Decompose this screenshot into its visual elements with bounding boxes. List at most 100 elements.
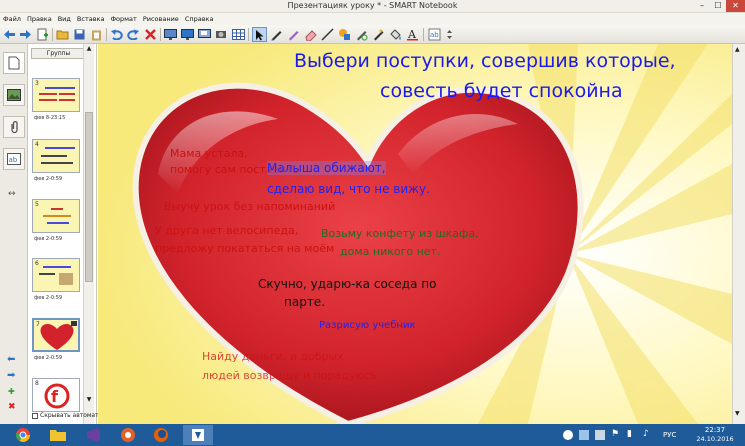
magic-pen-icon[interactable]: [371, 27, 386, 42]
language-indicator[interactable]: РУС: [663, 431, 676, 439]
volume-icon[interactable]: ♪: [643, 429, 649, 439]
table-icon[interactable]: [231, 27, 246, 42]
page-thumbnail-selected[interactable]: 7: [32, 318, 80, 352]
smart-notebook-taskbar-icon[interactable]: [183, 425, 213, 445]
open-folder-icon[interactable]: [55, 27, 70, 42]
page-thumbnail-caption: фев 2-0:59: [34, 236, 63, 242]
statement-mom-tired-line-1[interactable]: Мама устала,: [170, 147, 248, 160]
properties-tab[interactable]: ab: [3, 148, 25, 170]
statement-bottom-line-1[interactable]: Найду деньги, и добрых: [202, 350, 344, 363]
delete-page-icon[interactable]: ✖: [8, 402, 16, 412]
toolbar-arrows-icon[interactable]: [442, 27, 457, 42]
statement-bike-line-1[interactable]: У друга нет велосипеда,: [155, 224, 298, 237]
forward-icon[interactable]: [18, 27, 33, 42]
gallery-tab[interactable]: [3, 84, 25, 106]
statement-homework[interactable]: Выучу урок без напоминаний: [164, 200, 335, 213]
undo-icon[interactable]: [109, 27, 124, 42]
shape-recognition-pen-icon[interactable]: [354, 27, 369, 42]
file-explorer-icon[interactable]: [45, 425, 71, 445]
statement-kid-offended-line-2[interactable]: сделаю вид, что не вижу.: [267, 182, 430, 196]
clock-date[interactable]: 24.10.2016: [695, 435, 735, 443]
creative-pen-icon[interactable]: [286, 27, 301, 42]
resize-arrows-icon[interactable]: ↔: [8, 189, 16, 199]
attachments-tab[interactable]: [3, 116, 25, 138]
move-down-icon[interactable]: ➡: [7, 370, 15, 381]
page-sorter: Группы 3 фев 8-23:15 4 фев 2-0:59 5 фев …: [28, 44, 97, 424]
select-tool-icon[interactable]: [252, 27, 267, 42]
tray-icon[interactable]: [579, 430, 589, 440]
screen-capture-icon[interactable]: [197, 27, 212, 42]
taskbar: ⚑ ▮ ♪ РУС 22:37 24.10.2016: [0, 424, 745, 446]
clock-time[interactable]: 22:37: [695, 426, 735, 434]
text-tool-icon[interactable]: A: [405, 27, 420, 42]
window-title-bar: Презентацияк уроку * - SMART Notebook – …: [0, 0, 745, 13]
close-button[interactable]: ✕: [726, 0, 745, 12]
menu-insert[interactable]: Вставка: [74, 13, 108, 25]
page-thumbnail[interactable]: 4: [32, 139, 80, 173]
screen-shade-icon[interactable]: [163, 27, 178, 42]
pen-tool-icon[interactable]: [269, 27, 284, 42]
fill-tool-icon[interactable]: [388, 27, 403, 42]
statement-candy-line-2[interactable]: дома никого нет.: [340, 245, 440, 258]
page-thumbnail[interactable]: 5: [32, 199, 80, 233]
scroll-down-icon[interactable]: ▼: [85, 396, 93, 404]
minimize-button[interactable]: –: [694, 0, 710, 12]
statement-bored-line-2[interactable]: парте.: [284, 295, 325, 309]
line-tool-icon[interactable]: [320, 27, 335, 42]
sorter-scrollbar[interactable]: ▲ ▼: [83, 44, 94, 424]
back-icon[interactable]: [2, 27, 17, 42]
menu-edit[interactable]: Правка: [24, 13, 55, 25]
insert-page-icon[interactable]: ✚: [8, 387, 15, 396]
canvas-scroll-up-icon[interactable]: ▲: [735, 46, 740, 53]
menu-view[interactable]: Вид: [55, 13, 74, 25]
statement-bottom-line-2[interactable]: людей возвращу и порадуюсь: [202, 369, 377, 382]
visual-studio-icon[interactable]: [80, 425, 106, 445]
scroll-up-icon[interactable]: ▲: [85, 45, 93, 53]
slide-canvas[interactable]: Выбери поступки, совершив которые, совес…: [98, 44, 732, 424]
menu-help[interactable]: Справка: [182, 13, 217, 25]
add-page-icon[interactable]: [35, 27, 50, 42]
app-gear-icon[interactable]: [115, 425, 141, 445]
move-up-icon[interactable]: ⬅: [7, 354, 15, 365]
canvas-scrollbar[interactable]: ▲ ▼: [732, 44, 745, 424]
firefox-icon[interactable]: [148, 425, 174, 445]
statement-candy-line-1[interactable]: Возьму конфету из шкафа,: [321, 227, 479, 240]
tray-icon[interactable]: [595, 430, 605, 440]
page-thumbnail[interactable]: 3: [32, 78, 80, 112]
chrome-icon[interactable]: [10, 425, 36, 445]
svg-text:ab: ab: [9, 156, 18, 164]
page-thumbnail[interactable]: 8 f: [32, 378, 80, 412]
groups-button[interactable]: Группы: [31, 48, 86, 59]
slide-title-line-1[interactable]: Выбери поступки, совершив которые,: [294, 50, 676, 72]
flag-icon[interactable]: ⚑: [611, 429, 619, 439]
full-screen-icon[interactable]: [180, 27, 195, 42]
eraser-icon[interactable]: [303, 27, 318, 42]
statement-kid-offended-line-1[interactable]: Малыша обижают,: [267, 161, 386, 175]
statement-bike-line-2[interactable]: предложу покататься на моём: [155, 242, 334, 255]
menu-format[interactable]: Формат: [107, 13, 139, 25]
tray-icon[interactable]: [563, 430, 573, 440]
window-title: Презентацияк уроку * - SMART Notebook: [287, 1, 458, 10]
thumbnail-menu-icon[interactable]: [71, 321, 77, 326]
shapes-tool-icon[interactable]: [337, 27, 352, 42]
menu-draw[interactable]: Рисование: [140, 13, 182, 25]
slide-title-line-2[interactable]: совесть будет спокойна: [380, 80, 623, 102]
hide-automatically-checkbox[interactable]: Скрывать автомат: [32, 412, 99, 419]
document-camera-icon[interactable]: [214, 27, 229, 42]
page-thumbnail-caption: фев 2-0:59: [34, 176, 63, 182]
paste-icon[interactable]: [89, 27, 104, 42]
menu-bar: Файл Правка Вид Вставка Формат Рисование Справ…: [0, 13, 745, 25]
svg-text:f: f: [51, 387, 59, 406]
maximize-button[interactable]: ☐: [710, 0, 726, 12]
save-icon[interactable]: [72, 27, 87, 42]
statement-bored-line-1[interactable]: Скучно, ударю-ка соседа по: [258, 277, 436, 291]
delete-icon[interactable]: [143, 27, 158, 42]
redo-icon[interactable]: [126, 27, 141, 42]
canvas-scroll-down-icon[interactable]: ▼: [735, 410, 740, 417]
page-thumbnail[interactable]: 6: [32, 258, 80, 292]
page-sorter-tab[interactable]: [3, 52, 25, 74]
network-icon[interactable]: ▮: [627, 429, 632, 439]
menu-file[interactable]: Файл: [0, 13, 24, 25]
properties-icon[interactable]: ab: [427, 27, 442, 42]
statement-textbook[interactable]: Разрисую учебник: [319, 320, 416, 331]
